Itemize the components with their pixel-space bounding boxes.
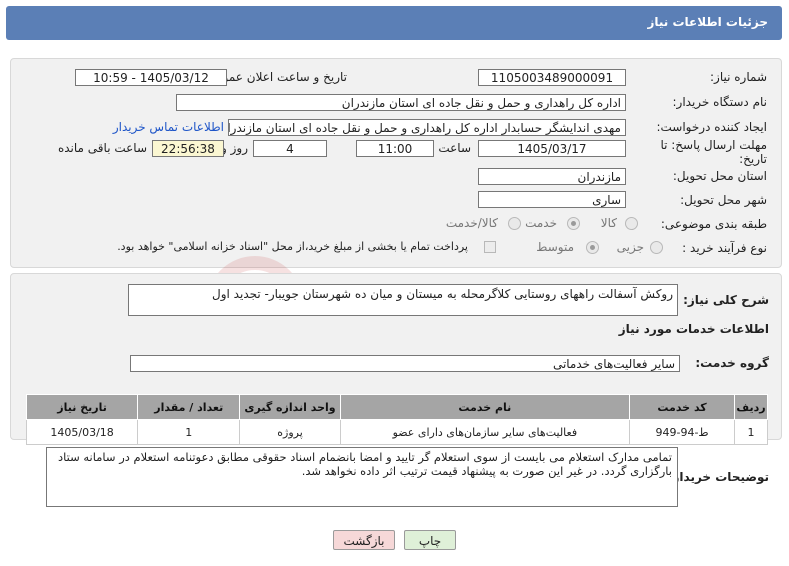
cell-row: 1 — [734, 419, 768, 445]
buyer-org-label: نام دستگاه خریدار: — [672, 95, 768, 109]
summary-textarea[interactable]: روکش آسفالت راههای روستایی کلاگرمحله به … — [128, 284, 678, 316]
services-section-title: اطلاعات خدمات مورد نیاز — [618, 322, 769, 336]
deadline-time-label: ساعت — [438, 141, 471, 155]
col-service-name: نام خدمت — [339, 394, 631, 420]
service-group-field: سایر فعالیت‌های خدماتی — [130, 355, 680, 372]
cell-quantity: 1 — [137, 419, 241, 445]
purchase-type-label: نوع فرآیند خرید : — [682, 241, 767, 255]
services-table-header: ردیف کد خدمت نام خدمت واحد اندازه گیری ت… — [25, 394, 768, 420]
creator-field: مهدی اندایشگر حسابدار اداره کل راهداری و… — [228, 119, 626, 136]
buyer-notes-label: توضیحات خریدار: — [667, 470, 769, 484]
cell-need-date: 1405/03/18 — [25, 419, 139, 445]
purchase-radio-medium[interactable] — [586, 241, 599, 254]
col-row: ردیف — [734, 394, 768, 420]
services-table: ردیف کد خدمت نام خدمت واحد اندازه گیری ت… — [25, 394, 768, 445]
category-label: طبقه بندی موضوعی: — [660, 217, 767, 231]
col-quantity: تعداد / مقدار — [137, 394, 241, 420]
remaining-days-field: 4 — [253, 140, 327, 157]
city-field: ساری — [478, 191, 626, 208]
treasury-checkbox[interactable] — [484, 241, 496, 253]
print-button[interactable]: چاپ — [404, 530, 456, 550]
need-info-panel — [10, 58, 782, 268]
summary-label: شرح کلی نیاز: — [683, 293, 769, 307]
need-number-field: 1105003489000091 — [478, 69, 626, 86]
remaining-time-field: 22:56:38 — [152, 140, 224, 157]
treasury-note: پرداخت تمام یا بخشی از مبلغ خرید،از محل … — [117, 240, 468, 253]
cell-service-name: فعالیت‌های سایر سازمان‌های دارای عضو — [339, 419, 631, 445]
buyer-org-field: اداره کل راهداری و حمل و نقل جاده ای است… — [176, 94, 626, 111]
cell-unit: پروژه — [239, 419, 341, 445]
need-number-label: شماره نیاز: — [710, 70, 767, 84]
col-need-date: تاریخ نیاز — [25, 394, 139, 420]
creator-label: ایجاد کننده درخواست: — [656, 120, 767, 134]
category-option-service: خدمت — [525, 216, 557, 230]
province-label: استان محل تحویل: — [672, 169, 767, 183]
announce-date-field: 1405/03/12 - 10:59 — [75, 69, 227, 86]
category-radio-goods[interactable] — [625, 217, 638, 230]
days-label: روز و — [221, 141, 248, 155]
page-title: جزئیات اطلاعات نیاز — [647, 15, 768, 29]
category-option-goods: کالا — [600, 216, 617, 230]
cell-service-code: ط-94-949 — [629, 419, 736, 445]
purchase-option-minor: جزیی — [616, 240, 644, 254]
col-unit: واحد اندازه گیری — [239, 394, 341, 420]
category-radio-service[interactable] — [567, 217, 580, 230]
service-group-label: گروه خدمت: — [695, 356, 769, 370]
deadline-label-line1: مهلت ارسال پاسخ: تا — [660, 138, 767, 152]
deadline-label-line2: تاریخ: — [739, 152, 767, 166]
province-field: مازندران — [478, 168, 626, 185]
city-label: شهر محل تحویل: — [680, 193, 767, 207]
page-header: جزئیات اطلاعات نیاز — [0, 0, 789, 46]
category-radio-goods-service[interactable] — [508, 217, 521, 230]
purchase-radio-minor[interactable] — [650, 241, 663, 254]
col-service-code: کد خدمت — [629, 394, 736, 420]
remaining-time-label: ساعت باقی مانده — [57, 141, 147, 155]
back-button[interactable]: بازگشت — [333, 530, 395, 550]
buyer-contact-link[interactable]: اطلاعات تماس خریدار — [113, 120, 224, 134]
header-bar: جزئیات اطلاعات نیاز — [6, 6, 782, 40]
deadline-date-field: 1405/03/17 — [478, 140, 626, 157]
category-option-goods-service: کالا/خدمت — [445, 216, 498, 230]
buyer-notes-textarea[interactable]: تمامی مدارک استعلام می بایست از سوی استع… — [46, 447, 678, 507]
deadline-time-field: 11:00 — [356, 140, 434, 157]
purchase-option-medium: متوسط — [536, 240, 574, 254]
table-row: 1 ط-94-949 فعالیت‌های سایر سازمان‌های دا… — [25, 419, 768, 445]
